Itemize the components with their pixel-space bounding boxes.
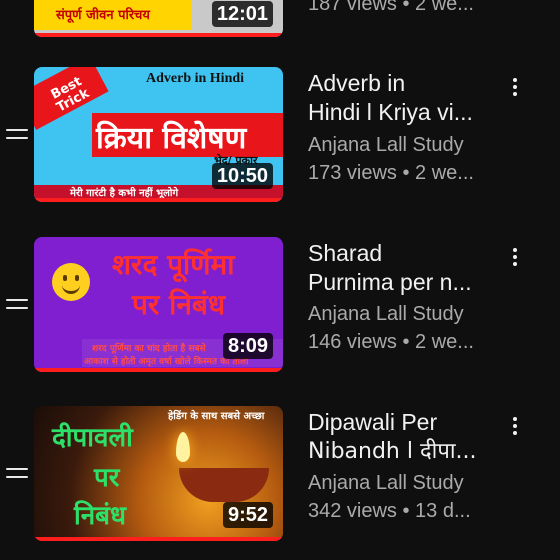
- video-title-line: Purnima per n...: [308, 269, 472, 295]
- thumbnail-footer-text: मेरी गारंटी है कभी नहीं भूलोगे: [70, 188, 179, 199]
- video-thumbnail[interactable]: Best Trick Adverb in Hindi क्रिया विशेषण…: [34, 67, 283, 202]
- flame-icon: [176, 432, 190, 462]
- video-thumbnail[interactable]: संपूर्ण जीवन परिचय 12:01: [34, 0, 283, 37]
- video-duration: 9:52: [222, 502, 273, 528]
- video-title[interactable]: Dipawali Per Nibandh l दीपा...: [308, 408, 508, 466]
- playlist-item-partial[interactable]: संपूर्ण जीवन परिचय 12:01 187 views • 2 w…: [0, 0, 560, 40]
- watch-progress-bar: [34, 33, 283, 37]
- video-title-line: Sharad: [308, 240, 383, 266]
- video-stats: 187 views • 2 we...: [308, 0, 474, 15]
- video-title-line: Hindi l Kriya vi...: [308, 99, 473, 125]
- thumbnail-main-text: पर निबंध: [132, 288, 226, 321]
- thumbnail-main-text: दीपावली: [52, 423, 133, 453]
- thumbnail-main-text: पर: [94, 463, 120, 493]
- video-thumbnail[interactable]: शरद पूर्णिमा पर निबंध शरद पूर्णिमा का चा…: [34, 237, 283, 372]
- video-title[interactable]: Sharad Purnima per n...: [308, 239, 508, 297]
- thumbnail-main-text: शरद पूर्णिमा: [112, 248, 235, 281]
- channel-name: Anjana Lall Study: [308, 472, 464, 494]
- video-title-line: Dipawali Per: [308, 409, 438, 435]
- channel-name: Anjana Lall Study: [308, 303, 464, 325]
- more-options-icon[interactable]: [511, 417, 519, 438]
- video-title-line: Adverb in: [308, 70, 406, 96]
- video-stats: 146 views • 2 we...: [308, 331, 474, 353]
- video-title-line: Nibandh l दीपा...: [308, 439, 477, 464]
- watch-progress-bar: [34, 537, 283, 541]
- video-thumbnail[interactable]: हेडिंग के साथ सबसे अच्छा दीपावली पर निबं…: [34, 406, 283, 541]
- watch-progress-bar: [34, 368, 283, 372]
- thumbnail-heading: Adverb in Hindi: [146, 71, 245, 86]
- drag-handle-icon[interactable]: [6, 468, 28, 484]
- more-options-icon[interactable]: [511, 248, 519, 269]
- video-title[interactable]: Adverb in Hindi l Kriya vi...: [308, 69, 508, 127]
- playlist-item[interactable]: शरद पूर्णिमा पर निबंध शरद पूर्णिमा का चा…: [0, 237, 560, 377]
- channel-name: Anjana Lall Study: [308, 134, 464, 156]
- playlist-item[interactable]: Best Trick Adverb in Hindi क्रिया विशेषण…: [0, 67, 560, 207]
- watch-progress-bar: [34, 198, 283, 202]
- diya-lamp-icon: [179, 468, 269, 502]
- video-duration: 8:09: [222, 333, 273, 359]
- smiley-icon: [52, 263, 90, 301]
- drag-handle-icon[interactable]: [6, 129, 28, 145]
- thumbnail-main-text: क्रिया विशेषण: [96, 121, 247, 156]
- video-stats: 173 views • 2 we...: [308, 162, 474, 184]
- more-options-icon[interactable]: [511, 78, 519, 99]
- thumbnail-footer-text: शरद पूर्णिमा का चांद होता है सबसे: [92, 344, 206, 354]
- thumbnail-caption: संपूर्ण जीवन परिचय: [56, 8, 150, 23]
- playlist-item[interactable]: हेडिंग के साथ सबसे अच्छा दीपावली पर निबं…: [0, 406, 560, 546]
- thumbnail-top-text: हेडिंग के साथ सबसे अच्छा: [168, 411, 265, 422]
- drag-handle-icon[interactable]: [6, 299, 28, 315]
- video-stats: 342 views • 13 d...: [308, 500, 471, 522]
- video-duration: 10:50: [211, 163, 273, 189]
- thumbnail-main-text: निबंध: [74, 501, 127, 531]
- video-duration: 12:01: [211, 1, 273, 27]
